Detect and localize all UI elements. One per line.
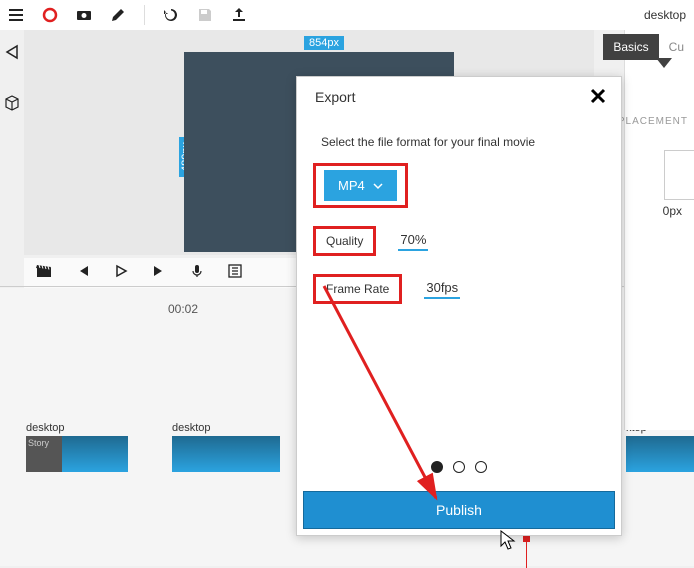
clip-label: desktop: [172, 422, 211, 434]
placement-value: 0px: [663, 204, 682, 218]
pencil-icon[interactable]: [110, 7, 126, 23]
publish-button[interactable]: Publish: [303, 491, 615, 529]
camera-icon[interactable]: [76, 7, 92, 23]
quality-label: Quality: [313, 226, 376, 256]
mic-icon[interactable]: [190, 264, 204, 283]
timeline-clip[interactable]: ktop: [626, 436, 694, 472]
export-icon[interactable]: [231, 7, 247, 23]
modal-prompt: Select the file format for your final mo…: [321, 135, 603, 149]
format-label: MP4: [338, 178, 365, 193]
clapperboard-icon[interactable]: [36, 263, 52, 284]
framerate-label: Frame Rate: [313, 274, 402, 304]
project-name: desktop: [644, 8, 686, 22]
tab-custom[interactable]: Cu: [659, 34, 694, 60]
playhead-marker[interactable]: [526, 538, 527, 568]
placement-preview: [664, 150, 694, 200]
notes-icon[interactable]: [228, 264, 242, 283]
highlight-box-format: MP4: [313, 163, 408, 208]
pager-dot[interactable]: [453, 461, 465, 473]
cube-icon[interactable]: [4, 95, 20, 116]
close-icon[interactable]: [589, 87, 607, 110]
pager-dot[interactable]: [431, 461, 443, 473]
format-dropdown[interactable]: MP4: [324, 170, 397, 201]
prev-icon[interactable]: [76, 264, 90, 283]
publish-label: Publish: [436, 502, 482, 518]
pager-dot[interactable]: [475, 461, 487, 473]
timeline-clip[interactable]: desktop Story: [26, 436, 128, 472]
current-time: 00:02: [168, 302, 198, 316]
framerate-value[interactable]: 30fps: [424, 280, 460, 299]
clip-story-segment: Story: [26, 436, 62, 472]
left-sidebar: [0, 36, 24, 116]
properties-tabs: Basics Cu: [603, 34, 694, 60]
timeline-clip[interactable]: desktop: [172, 436, 280, 472]
history-icon[interactable]: [163, 7, 179, 23]
menu-icon[interactable]: [8, 7, 24, 23]
next-icon[interactable]: [152, 264, 166, 283]
modal-title: Export: [315, 89, 603, 105]
placement-heading: PLACEMENT: [618, 116, 688, 127]
chevron-down-icon: [373, 181, 383, 191]
toolbar-separator: [144, 5, 145, 25]
tab-indicator-arrow: [656, 58, 672, 68]
canvas-width-badge: 854px: [304, 36, 344, 50]
save-icon[interactable]: [197, 7, 213, 23]
main-toolbar: desktop: [0, 0, 694, 30]
quality-value[interactable]: 70%: [398, 232, 428, 251]
pager-dots: [431, 461, 487, 473]
play-icon[interactable]: [114, 264, 128, 283]
export-modal: Export Select the file format for your f…: [296, 76, 622, 536]
properties-panel: Basics Cu PLACEMENT 0px: [624, 30, 694, 430]
record-icon[interactable]: [42, 7, 58, 23]
share-icon[interactable]: [4, 44, 20, 65]
clip-label: desktop: [26, 422, 65, 434]
tab-basics[interactable]: Basics: [603, 34, 658, 60]
